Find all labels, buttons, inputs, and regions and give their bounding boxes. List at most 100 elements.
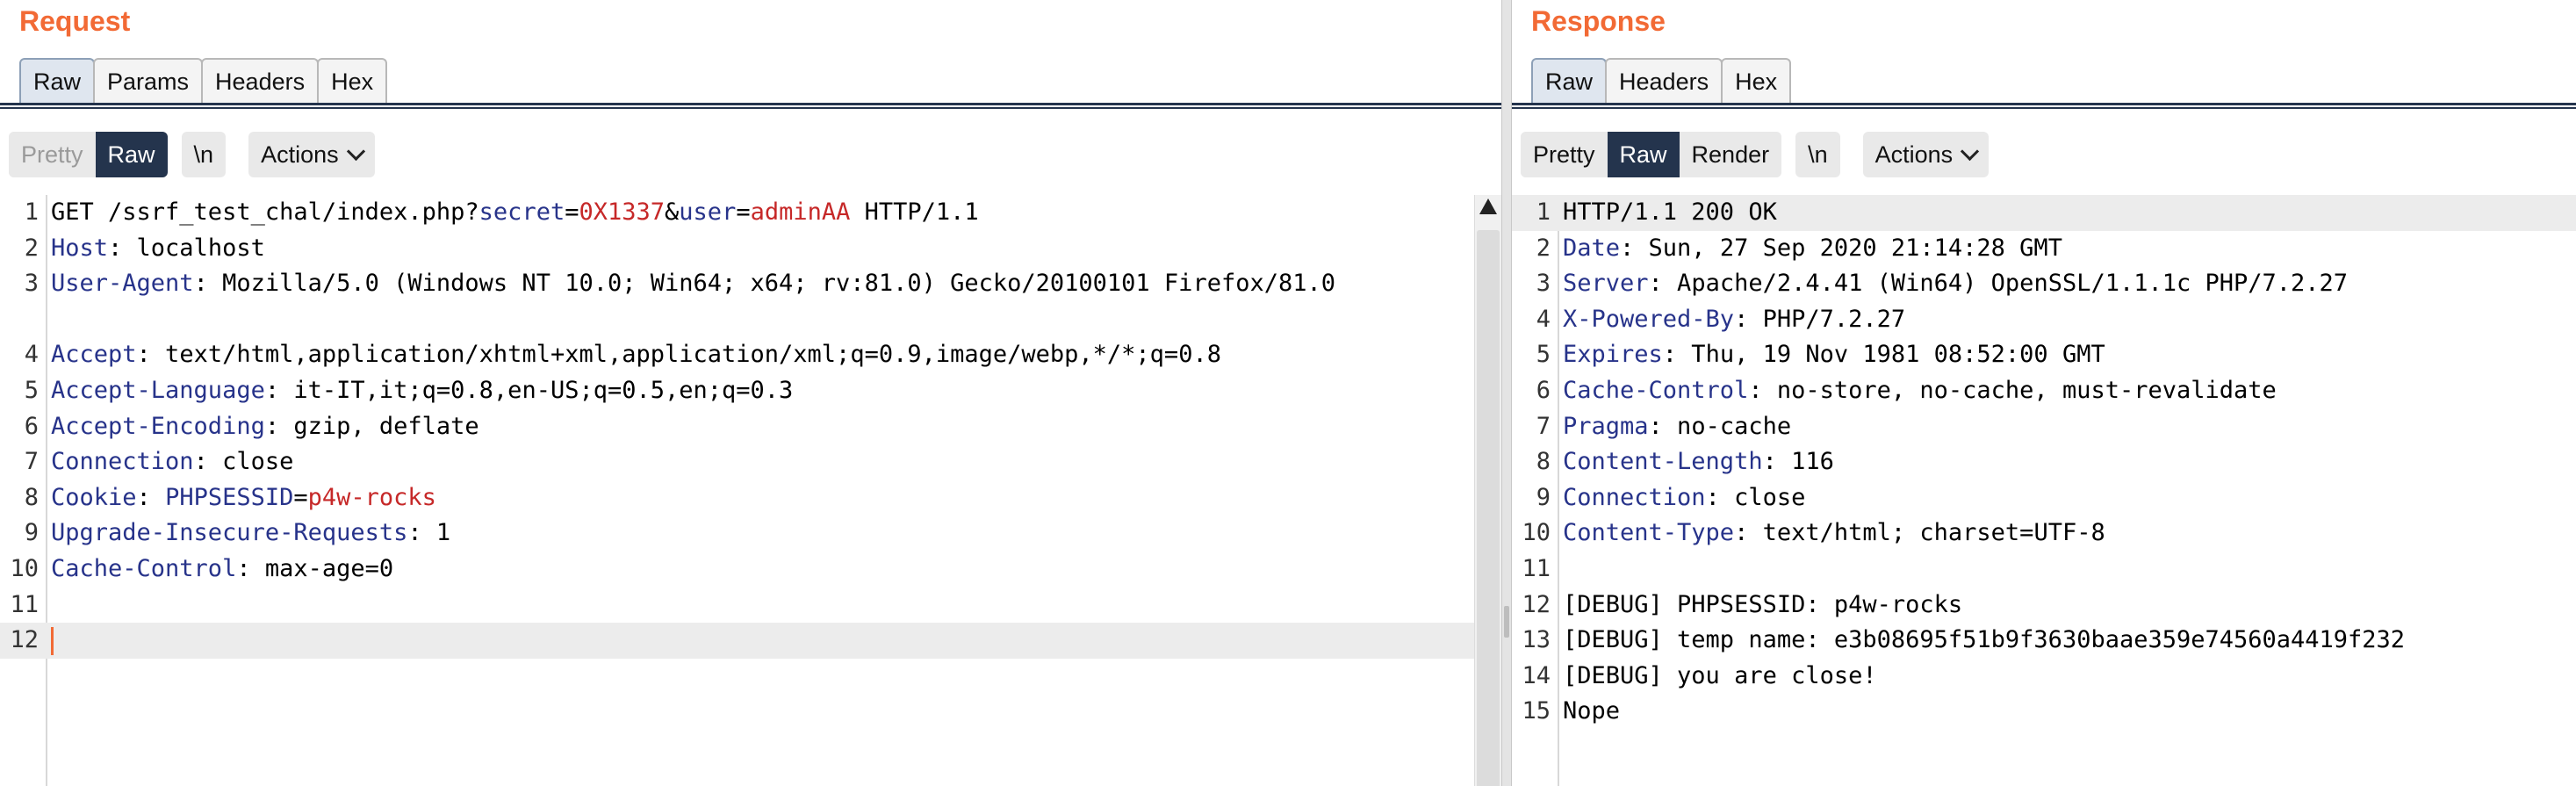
header-name: User-Agent — [51, 270, 194, 298]
code-line: 8 Cookie: PHPSESSID=p4w-rocks — [0, 480, 1501, 516]
response-title: Response — [1531, 5, 1666, 37]
code-text: : Mozilla/5.0 (Windows NT 10.0; Win64; x… — [193, 270, 1335, 298]
code-line: 7 Connection: close — [0, 444, 1501, 480]
line-number: 14 — [1522, 661, 1551, 689]
request-raw-button[interactable]: Raw — [95, 132, 168, 177]
code-text: Nope — [1563, 697, 1621, 725]
line-text: Expires: Thu, 19 Nov 1981 08:52:00 GMT — [1563, 337, 2550, 373]
response-editor[interactable]: 1 HTTP/1.1 200 OK 2 Date: Sun, 27 Sep 2020 … — [1512, 195, 2576, 786]
request-tab-headers[interactable]: Headers — [201, 58, 320, 104]
response-render-button[interactable]: Render — [1679, 132, 1782, 177]
line-text: Host: localhost — [51, 231, 1475, 267]
code-line: 3 Server: Apache/2.4.41 (Win64) OpenSSL/1… — [1512, 266, 2576, 302]
code-line: 10 Cache-Control: max-age=0 — [0, 552, 1501, 588]
line-text: HTTP/1.1 200 OK — [1563, 195, 2550, 231]
response-actions-dropdown[interactable]: Actions — [1862, 132, 1990, 177]
code-line: 11 — [0, 588, 1501, 624]
request-scrollbar[interactable] — [1474, 195, 1501, 786]
header-name: Expires — [1563, 341, 1663, 369]
request-pretty-button[interactable]: Pretty — [9, 132, 96, 177]
line-text: Connection: close — [51, 444, 1475, 480]
code-line: 4 X-Powered-By: PHP/7.2.27 — [1512, 302, 2576, 338]
code-text: HTTP/1.1 200 OK — [1563, 198, 1777, 226]
code-line: 11 — [1512, 552, 2576, 588]
line-number: 6 — [24, 412, 39, 440]
code-line: 9 Upgrade-Insecure-Requests: 1 — [0, 516, 1501, 552]
code-text: : max-age=0 — [236, 554, 394, 582]
response-view-toggle: Pretty Raw Render — [1521, 132, 1782, 177]
response-raw-button[interactable]: Raw — [1607, 132, 1680, 177]
header-name: PHPSESSID — [165, 483, 294, 511]
line-number: 11 — [10, 590, 39, 618]
response-tab-raw[interactable]: Raw — [1531, 58, 1608, 104]
param-value: 0X1337 — [579, 198, 666, 226]
request-code: 1 GET /ssrf_test_chal/index.php?secret=0X… — [0, 195, 1501, 659]
request-toolbar: Pretty Raw \n Actions — [9, 132, 375, 177]
request-tab-hex[interactable]: Hex — [317, 58, 388, 104]
code-text: : no-store, no-cache, must-revalidate — [1748, 376, 2277, 404]
line-number: 8 — [24, 483, 39, 511]
code-line: 10 Content-Type: text/html; charset=UTF-8 — [1512, 516, 2576, 552]
param-value: adminAA — [750, 198, 851, 226]
header-name: Cache-Control — [51, 554, 237, 582]
splitter-grip[interactable] — [1504, 606, 1509, 638]
line-text: Cache-Control: max-age=0 — [51, 552, 1475, 588]
code-line: 14 [DEBUG] you are close! — [1512, 659, 2576, 695]
code-text: HTTP/1.1 — [850, 198, 979, 226]
request-editor[interactable]: 1 GET /ssrf_test_chal/index.php?secret=0X… — [0, 195, 1501, 786]
line-number: 12 — [10, 626, 39, 654]
code-line: 7 Pragma: no-cache — [1512, 409, 2576, 445]
code-text: = — [565, 198, 579, 226]
scroll-up-arrow-icon[interactable] — [1479, 198, 1497, 214]
line-number: 4 — [24, 341, 39, 369]
line-number: 9 — [1536, 483, 1551, 511]
header-name: Date — [1563, 234, 1621, 262]
code-text: : gzip, deflate — [264, 412, 479, 440]
response-tab-headers[interactable]: Headers — [1605, 58, 1723, 104]
request-actions-label: Actions — [261, 141, 339, 168]
line-text: Content-Type: text/html; charset=UTF-8 — [1563, 516, 2550, 552]
response-tab-underline — [1512, 103, 2576, 109]
request-actions-dropdown[interactable]: Actions — [248, 132, 375, 177]
header-name: Cookie — [51, 483, 137, 511]
code-text: : it-IT,it;q=0.8,en-US;q=0.5,en;q=0.3 — [264, 376, 794, 404]
header-name: user — [679, 198, 737, 226]
code-text: : Thu, 19 Nov 1981 08:52:00 GMT — [1662, 341, 2105, 369]
header-name: secret — [479, 198, 565, 226]
line-number: 9 — [24, 519, 39, 547]
header-name: Content-Type — [1563, 519, 1735, 547]
response-pretty-button[interactable]: Pretty — [1521, 132, 1608, 177]
header-name: Content-Length — [1563, 448, 1763, 476]
request-tab-raw[interactable]: Raw — [19, 58, 96, 104]
line-text — [51, 623, 1475, 659]
line-number: 1 — [1536, 198, 1551, 226]
code-text: : close — [1705, 483, 1806, 511]
response-actions-label: Actions — [1874, 141, 1954, 168]
code-text: : 116 — [1762, 448, 1834, 476]
response-tab-hex[interactable]: Hex — [1721, 58, 1792, 104]
line-text: User-Agent: Mozilla/5.0 (Windows NT 10.0… — [51, 266, 1475, 302]
line-number: 2 — [1536, 234, 1551, 262]
code-text: [DEBUG] PHPSESSID: p4w-rocks — [1563, 590, 1963, 618]
response-tabbar: Raw Headers Hex — [1531, 58, 1792, 104]
code-text: : Sun, 27 Sep 2020 21:14:28 GMT — [1620, 234, 2062, 262]
code-line: 12 [DEBUG] PHPSESSID: p4w-rocks — [1512, 588, 2576, 624]
line-number: 7 — [1536, 412, 1551, 440]
header-name: Upgrade-Insecure-Requests — [51, 519, 408, 547]
line-number: 3 — [1536, 270, 1551, 298]
pane-splitter[interactable] — [1501, 0, 1512, 786]
code-line: 2 Date: Sun, 27 Sep 2020 21:14:28 GMT — [1512, 231, 2576, 267]
request-newline-toggle[interactable]: \n — [181, 132, 227, 177]
code-line: 13 [DEBUG] temp name: e3b08695f51b9f3630b… — [1512, 623, 2576, 659]
request-view-toggle: Pretty Raw — [9, 132, 168, 177]
line-number: 8 — [1536, 448, 1551, 476]
request-tab-params[interactable]: Params — [93, 58, 204, 104]
response-newline-toggle[interactable]: \n — [1795, 132, 1840, 177]
line-number: 7 — [24, 448, 39, 476]
request-scroll-thumb[interactable] — [1477, 230, 1500, 786]
line-number: 3 — [24, 270, 39, 298]
header-name: Host — [51, 234, 109, 262]
code-line: 9 Connection: close — [1512, 480, 2576, 516]
line-number: 10 — [10, 554, 39, 582]
request-tab-underline — [0, 103, 1501, 109]
